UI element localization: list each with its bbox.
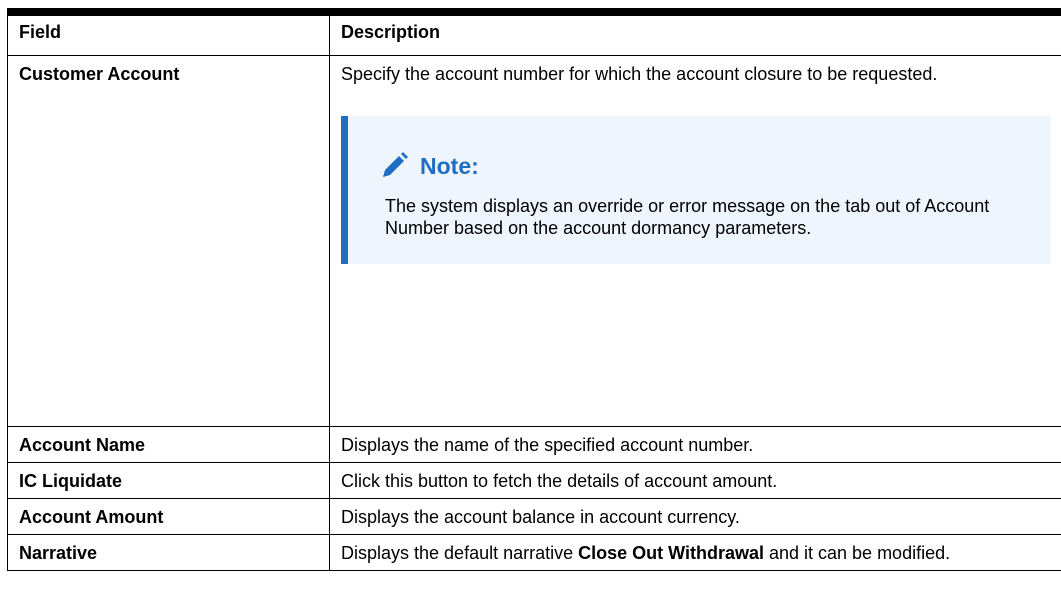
- description-text-prefix: Displays the default narrative: [341, 543, 579, 563]
- description-cell: Specify the account number for which the…: [329, 55, 1061, 427]
- table-header-row: Field Description: [7, 8, 1061, 56]
- description-text-suffix: and it can be modified.: [763, 543, 951, 563]
- header-description: Description: [329, 8, 1061, 56]
- description-text: Displays the account balance in account …: [329, 498, 1061, 535]
- table-row: Account Amount Displays the account bala…: [7, 498, 1061, 535]
- description-text: Click this button to fetch the details o…: [329, 462, 1061, 499]
- field-name: IC Liquidate: [7, 462, 330, 499]
- field-name: Customer Account: [7, 55, 330, 427]
- description-cell: Displays the default narrative Close Out…: [329, 534, 1061, 571]
- field-name: Narrative: [7, 534, 330, 571]
- narrative-value: Close Out Withdrawal: [578, 543, 764, 563]
- description-text: Specify the account number for which the…: [341, 64, 938, 84]
- note-title: Note:: [420, 153, 479, 179]
- table-row: Account Name Displays the name of the sp…: [7, 426, 1061, 463]
- field-name: Account Name: [7, 426, 330, 463]
- header-field: Field: [7, 8, 330, 56]
- field-name: Account Amount: [7, 498, 330, 535]
- table-row: Customer Account Specify the account num…: [7, 55, 1061, 427]
- description-text: Displays the name of the specified accou…: [329, 426, 1061, 463]
- field-description-table: Field Description Customer Account Speci…: [7, 8, 1061, 571]
- table-row: IC Liquidate Click this button to fetch …: [7, 462, 1061, 499]
- note-callout: Note: The system displays an override or…: [341, 116, 1051, 264]
- table-row: Narrative Displays the default narrative…: [7, 534, 1061, 571]
- note-header: Note:: [383, 152, 1035, 180]
- pencil-icon: [383, 152, 408, 177]
- note-body: The system displays an override or error…: [385, 196, 990, 238]
